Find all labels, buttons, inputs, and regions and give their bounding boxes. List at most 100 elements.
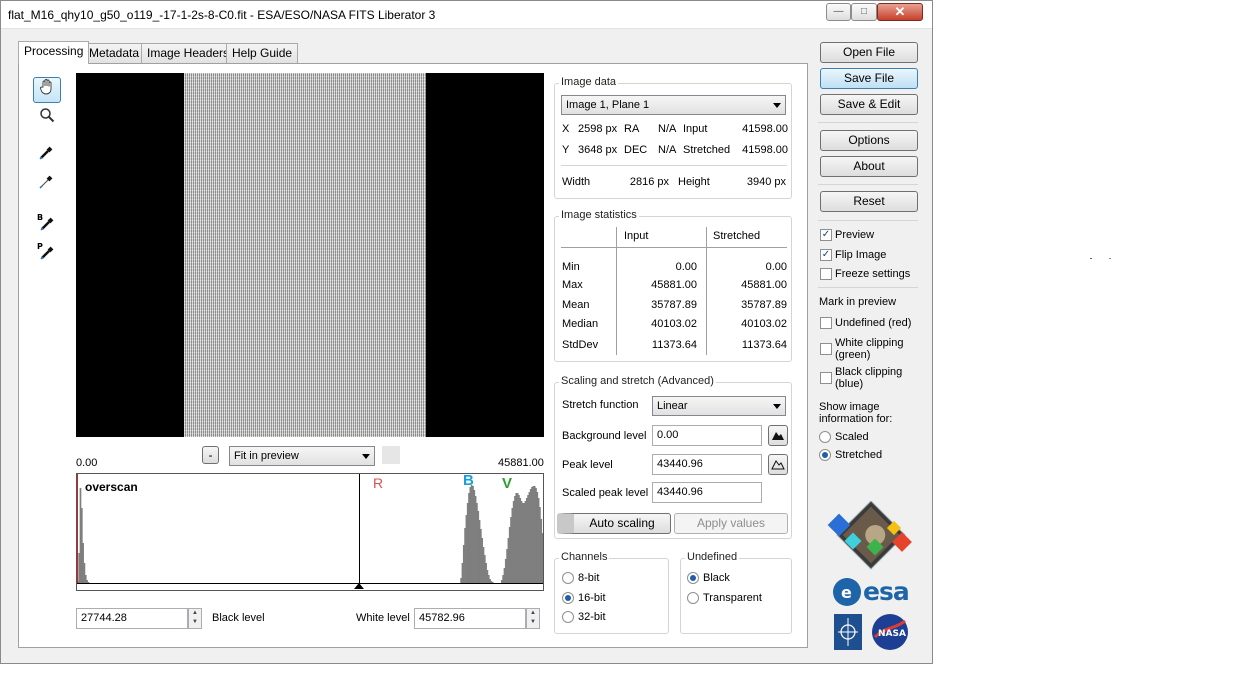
plane-select[interactable]: Image 1, Plane 1 bbox=[561, 95, 786, 115]
white-level-spinner[interactable]: ▲ ▼ bbox=[526, 608, 540, 629]
hand-icon[interactable] bbox=[33, 77, 61, 103]
zoom-select[interactable]: Fit in preview bbox=[229, 446, 375, 466]
undefined-red-checkbox[interactable] bbox=[820, 317, 832, 329]
plane-select-value: Image 1, Plane 1 bbox=[566, 99, 650, 111]
tab-image-headers[interactable]: Image Headers bbox=[141, 43, 236, 63]
radio-8bit[interactable] bbox=[562, 572, 574, 584]
minimize-icon[interactable]: — bbox=[826, 3, 851, 21]
image-data-separator bbox=[561, 165, 787, 166]
peak-level-field[interactable]: 43440.96 bbox=[652, 454, 762, 475]
options-button[interactable]: Options bbox=[820, 130, 918, 151]
y-value: 3648 px bbox=[578, 144, 618, 156]
tab-processing[interactable]: Processing bbox=[18, 41, 90, 64]
svg-text:B: B bbox=[37, 213, 43, 222]
stretched-value: 41598.00 bbox=[742, 144, 788, 156]
black-clipping-label: Black clipping bbox=[835, 366, 903, 378]
esa-logo-text: esa bbox=[863, 577, 910, 606]
preview-checkbox[interactable]: ✓ bbox=[820, 229, 832, 241]
white-clipping-label-2: (green) bbox=[835, 349, 871, 361]
ra-value: N/A bbox=[658, 123, 677, 135]
nasa-logo: NASA bbox=[871, 613, 909, 651]
radio-32bit-label: 32-bit bbox=[578, 611, 606, 623]
zoom-icon[interactable] bbox=[33, 106, 61, 132]
image-statistics-heading: Image statistics bbox=[559, 209, 639, 221]
x-value: 2598 px bbox=[578, 123, 618, 135]
zoom-in-button[interactable] bbox=[382, 446, 400, 464]
tab-help-guide[interactable]: Help Guide bbox=[226, 43, 299, 63]
radio-16bit[interactable] bbox=[562, 592, 574, 604]
side-separator-1 bbox=[818, 122, 918, 123]
input-value: 41598.00 bbox=[742, 123, 788, 135]
close-icon[interactable]: ✕ bbox=[877, 3, 923, 21]
dec-label: DEC bbox=[624, 144, 648, 156]
mountain-filled-icon bbox=[772, 432, 784, 440]
stats-row-input: 35787.89 bbox=[651, 299, 697, 311]
stretch-function-select[interactable]: Linear bbox=[652, 396, 786, 416]
pick-black-icon[interactable] bbox=[33, 143, 61, 169]
window-title: flat_M16_qhy10_g50_o119_-17-1-2s-8-C0.fi… bbox=[8, 8, 436, 22]
height-label: Height bbox=[678, 176, 710, 188]
pick-peak-button[interactable] bbox=[768, 454, 788, 475]
pick-peak-icon[interactable]: P bbox=[33, 241, 61, 267]
white-level-field[interactable]: 45782.96 bbox=[414, 608, 526, 629]
x-label: X bbox=[562, 123, 570, 135]
auto-scaling-button[interactable]: Auto scaling bbox=[557, 513, 671, 534]
scaled-peak-level-field[interactable]: 43440.96 bbox=[652, 482, 762, 503]
undefined-red-label: Undefined (red) bbox=[835, 317, 912, 329]
zoom-out-button[interactable]: - bbox=[202, 446, 219, 464]
stretched-label: Stretched bbox=[683, 144, 731, 156]
black-level-handle[interactable] bbox=[354, 583, 364, 589]
apply-values-button[interactable]: Apply values bbox=[674, 513, 788, 534]
svg-text:NASA: NASA bbox=[878, 629, 906, 639]
stats-row-name: Median bbox=[562, 318, 599, 330]
pick-white-icon[interactable] bbox=[33, 172, 61, 198]
background-level-field[interactable]: 0.00 bbox=[652, 425, 762, 446]
freeze-settings-checkbox[interactable] bbox=[820, 268, 832, 280]
stats-row-stretched: 11373.64 bbox=[741, 339, 787, 351]
maximize-icon[interactable]: □ bbox=[851, 3, 877, 21]
mark-in-preview-label: Mark in preview bbox=[819, 296, 897, 308]
pick-background-button[interactable] bbox=[768, 425, 788, 446]
zoom-select-value: Fit in preview bbox=[234, 450, 299, 462]
scaled-peak-level-label: Scaled peak level bbox=[562, 487, 649, 499]
radio-stretched-label: Stretched bbox=[835, 449, 883, 461]
radio-scaled[interactable] bbox=[819, 431, 831, 443]
stats-row-input: 11373.64 bbox=[651, 339, 697, 351]
histogram-baseline bbox=[77, 583, 543, 584]
white-clipping-checkbox[interactable] bbox=[820, 343, 832, 355]
stats-header-separator bbox=[561, 247, 787, 248]
histogram-max-label: 45881.00 bbox=[498, 457, 544, 469]
stretch-function-value: Linear bbox=[657, 400, 688, 412]
flip-image-checkbox[interactable]: ✓ bbox=[820, 249, 832, 261]
histogram[interactable]: overscan R B V bbox=[76, 472, 544, 591]
marker-b: B bbox=[463, 472, 474, 489]
dec-value: N/A bbox=[658, 144, 677, 156]
black-level-field[interactable]: 27744.28 bbox=[76, 608, 188, 629]
radio-stretched[interactable] bbox=[819, 449, 831, 461]
stats-col-separator-1 bbox=[616, 227, 617, 355]
black-clipping-checkbox[interactable] bbox=[820, 372, 832, 384]
stats-input-header: Input bbox=[624, 230, 649, 242]
pick-background-icon[interactable]: B bbox=[33, 212, 61, 238]
input-label: Input bbox=[683, 123, 708, 135]
radio-transparent[interactable] bbox=[687, 592, 699, 604]
stats-col-separator-2 bbox=[706, 227, 707, 355]
radio-32bit[interactable] bbox=[562, 611, 574, 623]
esa-logo: e esa bbox=[832, 577, 916, 607]
image-preview[interactable] bbox=[76, 73, 544, 437]
tab-metadata[interactable]: Metadata bbox=[83, 43, 146, 63]
stats-row-stretched: 45881.00 bbox=[741, 279, 787, 291]
svg-text:P: P bbox=[37, 242, 43, 251]
black-level-spinner[interactable]: ▲ ▼ bbox=[188, 608, 202, 629]
svg-text:e: e bbox=[841, 583, 852, 602]
black-level-line[interactable] bbox=[359, 474, 360, 584]
save-file-button[interactable]: Save File bbox=[820, 68, 918, 89]
stray-mark bbox=[1109, 258, 1111, 259]
histogram-left-marker bbox=[77, 474, 78, 584]
reset-button[interactable]: Reset bbox=[820, 191, 918, 212]
radio-black[interactable] bbox=[687, 572, 699, 584]
save-edit-button[interactable]: Save & Edit bbox=[820, 94, 918, 115]
open-file-button[interactable]: Open File bbox=[820, 42, 918, 63]
about-button[interactable]: About bbox=[820, 156, 918, 177]
preview-checkbox-label: Preview bbox=[835, 229, 875, 241]
